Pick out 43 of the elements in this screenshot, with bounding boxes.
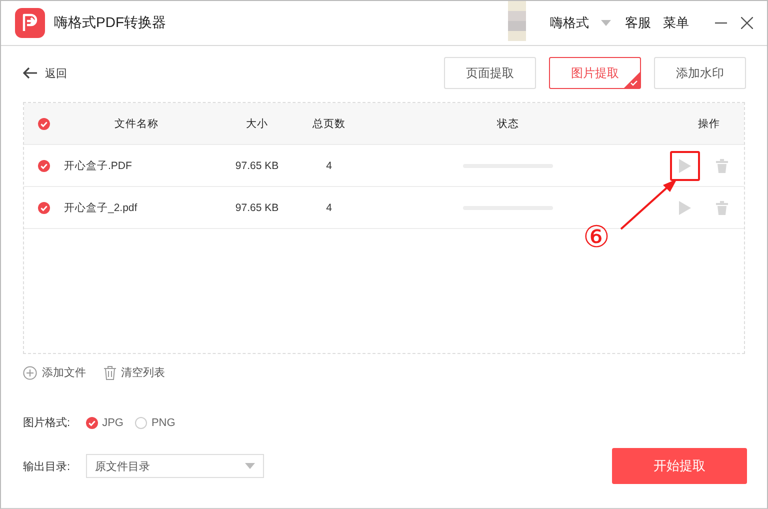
mode-tab[interactable]: 添加水印 [654, 57, 746, 89]
column-header: 总页数 [312, 116, 346, 130]
format-option[interactable]: JPG [102, 416, 124, 428]
window-title: 嗨格式PDF转换器 [54, 14, 166, 32]
radio-button[interactable] [135, 416, 148, 428]
selected-corner-icon [624, 72, 640, 88]
app-logo-icon [15, 8, 45, 38]
back-link[interactable]: 返回 [45, 66, 67, 80]
clear-list-link[interactable]: 清空列表 [121, 365, 165, 380]
close-icon[interactable] [741, 17, 753, 29]
file-size: 97.65 KB [235, 160, 279, 172]
column-header: 状态 [497, 116, 519, 130]
page-count: 4 [326, 202, 332, 214]
menu-link[interactable]: 客服 [625, 14, 651, 32]
caret-icon[interactable] [245, 463, 256, 469]
row-checkbox[interactable] [38, 202, 50, 214]
column-header: 大小 [246, 116, 268, 130]
column-header: 操作 [698, 116, 720, 130]
row-checkbox[interactable] [38, 160, 50, 172]
trash-icon[interactable] [716, 158, 728, 172]
menu-link[interactable]: 菜单 [663, 14, 689, 32]
mode-tab[interactable]: 页面提取 [444, 57, 536, 89]
column-header: 文件名称 [114, 116, 158, 130]
trash-icon[interactable] [716, 200, 728, 214]
add-file-link[interactable]: 添加文件 [42, 365, 86, 380]
file-size: 97.65 KB [235, 202, 279, 214]
page-count: 4 [326, 160, 332, 172]
add-icon[interactable] [23, 366, 37, 380]
trash-icon[interactable] [104, 366, 116, 380]
format-option[interactable]: PNG [151, 416, 176, 428]
select-all-checkbox[interactable] [38, 118, 50, 130]
output-dropdown[interactable]: 原文件目录 [86, 454, 264, 478]
caret-icon[interactable] [601, 20, 611, 26]
output-label: 输出目录: [23, 460, 70, 474]
back-arrow-icon[interactable] [23, 67, 37, 79]
format-label: 图片格式: [23, 416, 70, 430]
user-name[interactable]: 嗨格式 [550, 14, 589, 32]
radio-button[interactable] [86, 416, 98, 428]
file-name: 开心盒子_2.pdf [64, 200, 138, 214]
play-icon[interactable] [670, 150, 700, 180]
step-number: ⑥ [583, 223, 610, 253]
mode-tab[interactable]: 图片提取 [549, 57, 641, 89]
file-name: 开心盒子.PDF [64, 158, 132, 172]
